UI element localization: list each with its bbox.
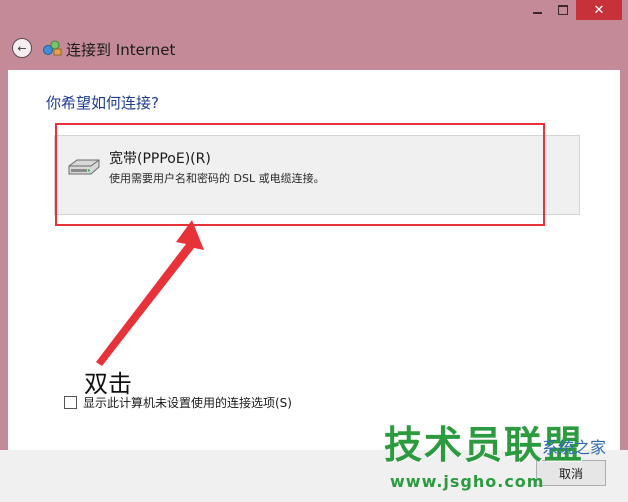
watermark-url: www.jsgho.com (390, 472, 545, 491)
back-button[interactable]: ← (12, 38, 32, 58)
close-icon: ✕ (593, 2, 605, 18)
show-options-checkbox[interactable] (64, 396, 77, 409)
caption-buttons: ✕ (524, 0, 622, 22)
title-bar: ← 连接到 Internet (0, 30, 628, 66)
back-arrow-icon: ← (17, 41, 27, 55)
minimize-icon (532, 12, 542, 14)
maximize-icon (558, 5, 568, 15)
show-options-checkbox-row[interactable]: 显示此计算机未设置使用的连接选项(S) (64, 394, 292, 411)
watermark-logo: 技术员联盟 系统之家 www.jsgho.com (376, 426, 606, 494)
window-title: 连接到 Internet (66, 41, 176, 59)
checkbox-label: 显示此计算机未设置使用的连接选项(S) (83, 396, 292, 410)
page-heading: 你希望如何连接? (46, 94, 159, 112)
maximize-button[interactable] (550, 0, 576, 20)
watermark-tagline: 系统之家 (541, 438, 606, 457)
network-globe-icon (43, 40, 62, 56)
content-panel: 你希望如何连接? 宽带(PPPoE)(R) 使用需要用户名和密码的 DSL 或电… (8, 70, 620, 450)
annotation-arrow-icon (96, 220, 204, 366)
highlight-box (55, 123, 545, 226)
minimize-button[interactable] (524, 0, 550, 20)
connect-to-internet-window: ✕ ← 连接到 Internet 你希望如何连接? 宽带(PPPoE)(R) 使… (0, 0, 628, 502)
close-button[interactable]: ✕ (576, 0, 622, 20)
